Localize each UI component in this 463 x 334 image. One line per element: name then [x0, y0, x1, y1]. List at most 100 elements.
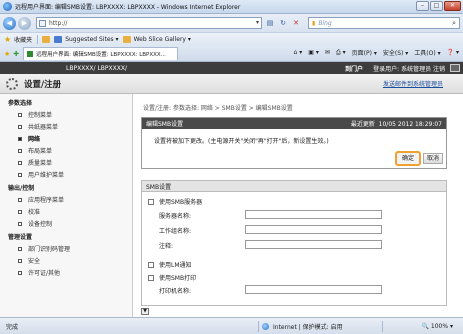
window-title: 远程用户界面: 编辑SMB设置: LBPXXXX: LBPXXXX - Wind… [15, 4, 241, 11]
sidebar-item-security[interactable]: 安全 [0, 253, 132, 265]
help-menu[interactable]: ❓ ▾ [447, 49, 459, 56]
scroll-down-icon[interactable]: ▼ [141, 308, 149, 315]
mail-admin-link[interactable]: 发送邮件到系统管理员 [383, 79, 443, 88]
back-button[interactable]: ◀ [3, 16, 16, 30]
url-field[interactable]: http:// ▾ [36, 17, 262, 29]
login-user-info[interactable]: 登录用户: 系统管理员 注销 [373, 64, 445, 73]
sidebar-item-label: 部门识别码管理 [28, 246, 71, 253]
tab-bar: ★ ✚ 远程用户界面: 编辑SMB设置: LBPXXXX: LBPXXX... … [0, 46, 463, 62]
sidebar-item-license[interactable]: 许可证/其他 [0, 265, 132, 277]
page-menu[interactable]: 页面(P) ▾ [352, 48, 377, 57]
sidebar-item-label: 质量菜单 [28, 160, 53, 167]
web-slice-icon [122, 36, 131, 43]
logout-icon[interactable] [450, 64, 460, 72]
tab-page-icon [27, 51, 34, 57]
add-to-favorites-icon[interactable]: ✚ [13, 50, 19, 58]
workgroup-name-field[interactable] [245, 225, 382, 234]
suggested-sites-link[interactable]: Suggested Sites ▾ [65, 36, 118, 43]
browser-tab[interactable]: 远程用户界面: 编辑SMB设置: LBPXXXX: LBPXXX... [23, 47, 179, 60]
url-dropdown-icon[interactable]: ▾ [256, 19, 259, 26]
smb-settings-box: SMB设置 使用SMB服务器 服务器名称: 工作组名称: 注释: 使用LM通知 … [141, 180, 447, 306]
forward-button[interactable]: ▶ [18, 16, 31, 30]
home-icon[interactable]: ⌂ ▾ [294, 49, 303, 56]
sidebar-item-application-menu[interactable]: 应用程序菜单 [0, 192, 132, 204]
window-controls: – □ ✕ [416, 1, 461, 11]
sidebar-item-label: 网络 [28, 136, 41, 143]
compatibility-icon[interactable]: ▤ [265, 18, 275, 28]
sidebar-item-device-control[interactable]: 设备控制 [0, 216, 132, 228]
favorites-center-icon[interactable]: ★ [4, 50, 10, 58]
globe-icon [262, 322, 269, 330]
feeds-icon[interactable]: ▣ ▾ [308, 49, 319, 56]
web-slice-gallery-link[interactable]: Web Slice Gallery ▾ [134, 36, 191, 43]
url-text: http:// [49, 19, 68, 27]
divider [37, 35, 39, 44]
server-name-field[interactable] [245, 210, 382, 219]
sidebar-item-label: 校准 [28, 209, 41, 216]
security-zone[interactable]: Internet | 保护模式: 启用 [262, 322, 343, 331]
sidebar-item-network[interactable]: 网络 [0, 131, 132, 143]
stop-icon[interactable]: ✕ [291, 18, 301, 28]
comment-field[interactable] [245, 240, 382, 249]
bullet-icon [18, 258, 22, 263]
tools-menu[interactable]: 工具(O) ▾ [414, 48, 440, 57]
favorites-star-icon[interactable]: ★ [4, 35, 11, 44]
printer-name-field[interactable] [245, 285, 382, 294]
add-favorite-icon[interactable] [42, 36, 51, 43]
use-lm-row[interactable]: 使用LM通知 [148, 260, 192, 269]
top-header: LBPXXXX/ LBPXXXX/ 到门户 登录用户: 系统管理员 注销 [0, 62, 463, 74]
close-button[interactable]: ✕ [444, 1, 461, 11]
edit-box-header: 编辑SMB设置 最近更新 10/05 2012 18:29:07 [142, 118, 446, 129]
use-smb-server-row[interactable]: 使用SMB服务器 [148, 197, 202, 206]
sidebar-item-layout-menu[interactable]: 布局菜单 [0, 143, 132, 155]
favorites-label[interactable]: 收藏夹 [14, 35, 32, 44]
safety-menu[interactable]: 安全(S) ▾ [383, 48, 408, 57]
refresh-icon[interactable]: ↻ [278, 18, 288, 28]
print-icon[interactable]: ⎙ ▾ [336, 49, 346, 57]
sidebar-section-title: 参数选择 [8, 100, 33, 107]
sidebar-item-control-menu[interactable]: 控制菜单 [0, 107, 132, 119]
command-bar: ⌂ ▾ ▣ ▾ ✉ ⎙ ▾ 页面(P) ▾ 安全(S) ▾ 工具(O) ▾ ❓ … [294, 48, 459, 58]
search-field[interactable]: ▮ Bing ⌕ [308, 17, 460, 29]
sidebar-section-title: 输出/控制 [8, 185, 35, 192]
minimize-button[interactable]: – [416, 1, 429, 11]
status-bar: 完成 Internet | 保护模式: 启用 🔍 100% ▾ [0, 317, 463, 334]
mail-icon[interactable]: ✉ [325, 49, 330, 56]
breadcrumb[interactable]: 设置/注册: 参数选择: 网络 > SMB设置 > 编辑SMB设置 [143, 103, 293, 112]
change-note: 设置将被加下更改。(主电源开关"关闭"再"打开"后，新设置生效。) [154, 138, 329, 145]
bullet-icon [18, 148, 22, 153]
use-smb-print-checkbox[interactable] [148, 274, 154, 281]
bullet-icon [18, 136, 22, 141]
sidebar-item-calibration[interactable]: 校准 [0, 204, 132, 216]
zoom-control[interactable]: 🔍 100% ▾ [422, 323, 453, 330]
sidebar-section-title: 管理设置 [8, 234, 33, 241]
address-tools: ▤ ↻ ✕ [265, 18, 301, 28]
bing-logo-icon: ▮ [312, 19, 316, 27]
last-updated-value: 10/05 2012 18:29:07 [378, 121, 442, 128]
ie-logo-icon [3, 2, 12, 11]
bullet-icon [18, 197, 22, 202]
last-updated: 最近更新 10/05 2012 18:29:07 [351, 119, 442, 128]
workgroup-name-label: 工作组名称: [159, 228, 192, 235]
sidebar: 参数选择 控制菜单 共纸器菜单 网络 布局菜单 质量菜单 用户维护菜单 输出/控… [0, 94, 133, 317]
sidebar-item-label: 用户维护菜单 [28, 172, 65, 179]
portal-link[interactable]: 到门户 [345, 64, 363, 73]
last-updated-label: 最近更新 [350, 121, 375, 128]
cancel-button[interactable]: 取消 [423, 153, 443, 164]
gear-icon [6, 77, 18, 90]
use-smb-print-row[interactable]: 使用SMB打印 [148, 273, 196, 282]
sidebar-item-label: 应用程序菜单 [28, 197, 65, 204]
bullet-icon [18, 172, 22, 177]
maximize-button[interactable]: □ [430, 1, 443, 11]
sidebar-item-department-id[interactable]: 部门识别码管理 [0, 241, 132, 253]
use-smb-server-checkbox[interactable] [148, 198, 154, 205]
ok-button[interactable]: 确定 [395, 151, 421, 166]
sidebar-item-quality-menu[interactable]: 质量菜单 [0, 155, 132, 167]
sidebar-item-label: 设备控制 [28, 221, 53, 228]
use-lm-checkbox[interactable] [148, 261, 154, 268]
bullet-icon [18, 209, 22, 214]
sidebar-item-user-maintenance-menu[interactable]: 用户维护菜单 [0, 167, 132, 179]
search-icon[interactable]: ⌕ [452, 19, 456, 28]
sidebar-item-feeder-menu[interactable]: 共纸器菜单 [0, 119, 132, 131]
edit-box-title: 编辑SMB设置 [146, 121, 184, 128]
